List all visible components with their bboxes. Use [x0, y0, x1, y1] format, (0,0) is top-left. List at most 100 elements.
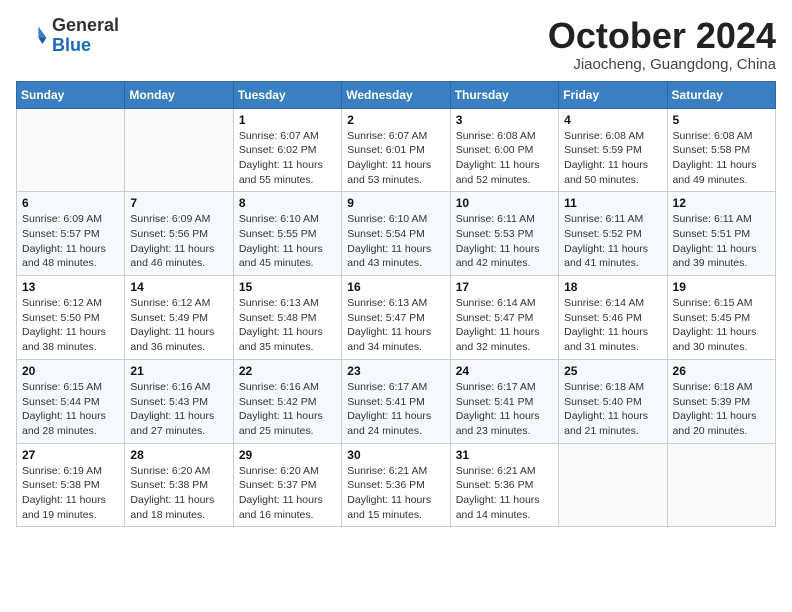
calendar-cell: 3 Sunrise: 6:08 AMSunset: 6:00 PMDaylight…	[450, 108, 558, 192]
calendar-cell: 1 Sunrise: 6:07 AMSunset: 6:02 PMDaylight…	[233, 108, 341, 192]
day-info: Sunrise: 6:15 AMSunset: 5:45 PMDaylight:…	[673, 296, 770, 355]
calendar-cell	[667, 443, 775, 527]
day-number: 24	[456, 364, 553, 378]
day-info: Sunrise: 6:14 AMSunset: 5:46 PMDaylight:…	[564, 296, 661, 355]
day-info: Sunrise: 6:13 AMSunset: 5:47 PMDaylight:…	[347, 296, 444, 355]
day-info: Sunrise: 6:20 AMSunset: 5:37 PMDaylight:…	[239, 464, 336, 523]
calendar-cell: 7 Sunrise: 6:09 AMSunset: 5:56 PMDaylight…	[125, 192, 233, 276]
day-info: Sunrise: 6:08 AMSunset: 5:59 PMDaylight:…	[564, 129, 661, 188]
calendar-cell: 11 Sunrise: 6:11 AMSunset: 5:52 PMDayligh…	[559, 192, 667, 276]
day-info: Sunrise: 6:21 AMSunset: 5:36 PMDaylight:…	[347, 464, 444, 523]
day-info: Sunrise: 6:12 AMSunset: 5:50 PMDaylight:…	[22, 296, 119, 355]
day-number: 20	[22, 364, 119, 378]
calendar-cell: 12 Sunrise: 6:11 AMSunset: 5:51 PMDayligh…	[667, 192, 775, 276]
calendar-cell: 9 Sunrise: 6:10 AMSunset: 5:54 PMDaylight…	[342, 192, 450, 276]
calendar-cell: 31Sunrise: 6:21 AMSunset: 5:36 PMDayligh…	[450, 443, 558, 527]
day-number: 31	[456, 448, 553, 462]
calendar-cell: 27 Sunrise: 6:19 AMSunset: 5:38 PMDayligh…	[17, 443, 125, 527]
day-info: Sunrise: 6:19 AMSunset: 5:38 PMDaylight:…	[22, 464, 119, 523]
calendar-cell	[17, 108, 125, 192]
calendar-cell: 14 Sunrise: 6:12 AMSunset: 5:49 PMDayligh…	[125, 276, 233, 360]
day-info: Sunrise: 6:11 AMSunset: 5:53 PMDaylight:…	[456, 212, 553, 271]
calendar-cell	[559, 443, 667, 527]
day-number: 2	[347, 113, 444, 127]
page-header: General Blue October 2024 Jiaocheng, Gua…	[16, 16, 776, 73]
day-info: Sunrise: 6:14 AMSunset: 5:47 PMDaylight:…	[456, 296, 553, 355]
logo-blue-text: Blue	[52, 35, 91, 55]
day-number: 29	[239, 448, 336, 462]
calendar-cell: 24 Sunrise: 6:17 AMSunset: 5:41 PMDayligh…	[450, 359, 558, 443]
location-text: Jiaocheng, Guangdong, China	[548, 56, 776, 73]
day-number: 10	[456, 196, 553, 210]
calendar-cell: 10 Sunrise: 6:11 AMSunset: 5:53 PMDayligh…	[450, 192, 558, 276]
day-info: Sunrise: 6:15 AMSunset: 5:44 PMDaylight:…	[22, 380, 119, 439]
day-info: Sunrise: 6:18 AMSunset: 5:40 PMDaylight:…	[564, 380, 661, 439]
day-number: 9	[347, 196, 444, 210]
calendar-body: 1 Sunrise: 6:07 AMSunset: 6:02 PMDaylight…	[17, 108, 776, 527]
day-info: Sunrise: 6:08 AMSunset: 6:00 PMDaylight:…	[456, 129, 553, 188]
day-info: Sunrise: 6:12 AMSunset: 5:49 PMDaylight:…	[130, 296, 227, 355]
day-info: Sunrise: 6:08 AMSunset: 5:58 PMDaylight:…	[673, 129, 770, 188]
day-info: Sunrise: 6:07 AMSunset: 6:02 PMDaylight:…	[239, 129, 336, 188]
calendar-week-4: 20 Sunrise: 6:15 AMSunset: 5:44 PMDayligh…	[17, 359, 776, 443]
calendar-header-row: SundayMondayTuesdayWednesdayThursdayFrid…	[17, 81, 776, 108]
day-info: Sunrise: 6:20 AMSunset: 5:38 PMDaylight:…	[130, 464, 227, 523]
calendar-cell: 21Sunrise: 6:16 AMSunset: 5:43 PMDayligh…	[125, 359, 233, 443]
day-info: Sunrise: 6:18 AMSunset: 5:39 PMDaylight:…	[673, 380, 770, 439]
weekday-header-saturday: Saturday	[667, 81, 775, 108]
day-number: 21	[130, 364, 227, 378]
day-info: Sunrise: 6:11 AMSunset: 5:51 PMDaylight:…	[673, 212, 770, 271]
day-number: 8	[239, 196, 336, 210]
day-number: 16	[347, 280, 444, 294]
day-number: 23	[347, 364, 444, 378]
calendar-cell: 20 Sunrise: 6:15 AMSunset: 5:44 PMDayligh…	[17, 359, 125, 443]
day-number: 12	[673, 196, 770, 210]
day-number: 28	[130, 448, 227, 462]
calendar-cell: 19 Sunrise: 6:15 AMSunset: 5:45 PMDayligh…	[667, 276, 775, 360]
day-info: Sunrise: 6:09 AMSunset: 5:57 PMDaylight:…	[22, 212, 119, 271]
calendar-cell: 15Sunrise: 6:13 AMSunset: 5:48 PMDayligh…	[233, 276, 341, 360]
day-number: 19	[673, 280, 770, 294]
logo-icon	[16, 20, 48, 52]
day-number: 4	[564, 113, 661, 127]
weekday-header-friday: Friday	[559, 81, 667, 108]
day-number: 3	[456, 113, 553, 127]
day-number: 22	[239, 364, 336, 378]
weekday-header-monday: Monday	[125, 81, 233, 108]
day-number: 7	[130, 196, 227, 210]
calendar-cell: 22 Sunrise: 6:16 AMSunset: 5:42 PMDayligh…	[233, 359, 341, 443]
calendar-cell: 13 Sunrise: 6:12 AMSunset: 5:50 PMDayligh…	[17, 276, 125, 360]
day-info: Sunrise: 6:16 AMSunset: 5:42 PMDaylight:…	[239, 380, 336, 439]
weekday-header-sunday: Sunday	[17, 81, 125, 108]
day-number: 1	[239, 113, 336, 127]
day-number: 14	[130, 280, 227, 294]
weekday-header-thursday: Thursday	[450, 81, 558, 108]
calendar-week-5: 27 Sunrise: 6:19 AMSunset: 5:38 PMDayligh…	[17, 443, 776, 527]
day-info: Sunrise: 6:17 AMSunset: 5:41 PMDaylight:…	[456, 380, 553, 439]
day-info: Sunrise: 6:11 AMSunset: 5:52 PMDaylight:…	[564, 212, 661, 271]
calendar-cell	[125, 108, 233, 192]
title-block: October 2024 Jiaocheng, Guangdong, China	[548, 16, 776, 73]
calendar-cell: 26Sunrise: 6:18 AMSunset: 5:39 PMDayligh…	[667, 359, 775, 443]
day-info: Sunrise: 6:13 AMSunset: 5:48 PMDaylight:…	[239, 296, 336, 355]
calendar-cell: 5Sunrise: 6:08 AMSunset: 5:58 PMDaylight…	[667, 108, 775, 192]
calendar-cell: 8Sunrise: 6:10 AMSunset: 5:55 PMDaylight…	[233, 192, 341, 276]
calendar-cell: 23Sunrise: 6:17 AMSunset: 5:41 PMDayligh…	[342, 359, 450, 443]
day-number: 11	[564, 196, 661, 210]
calendar-week-1: 1 Sunrise: 6:07 AMSunset: 6:02 PMDaylight…	[17, 108, 776, 192]
day-number: 25	[564, 364, 661, 378]
calendar-cell: 18Sunrise: 6:14 AMSunset: 5:46 PMDayligh…	[559, 276, 667, 360]
day-number: 30	[347, 448, 444, 462]
day-info: Sunrise: 6:09 AMSunset: 5:56 PMDaylight:…	[130, 212, 227, 271]
day-number: 27	[22, 448, 119, 462]
calendar-cell: 17Sunrise: 6:14 AMSunset: 5:47 PMDayligh…	[450, 276, 558, 360]
calendar-week-2: 6Sunrise: 6:09 AMSunset: 5:57 PMDaylight…	[17, 192, 776, 276]
logo: General Blue	[16, 16, 119, 56]
calendar-cell: 16 Sunrise: 6:13 AMSunset: 5:47 PMDayligh…	[342, 276, 450, 360]
day-info: Sunrise: 6:10 AMSunset: 5:54 PMDaylight:…	[347, 212, 444, 271]
calendar-cell: 2Sunrise: 6:07 AMSunset: 6:01 PMDaylight…	[342, 108, 450, 192]
day-number: 13	[22, 280, 119, 294]
weekday-header-wednesday: Wednesday	[342, 81, 450, 108]
calendar-week-3: 13 Sunrise: 6:12 AMSunset: 5:50 PMDayligh…	[17, 276, 776, 360]
calendar-table: SundayMondayTuesdayWednesdayThursdayFrid…	[16, 81, 776, 528]
